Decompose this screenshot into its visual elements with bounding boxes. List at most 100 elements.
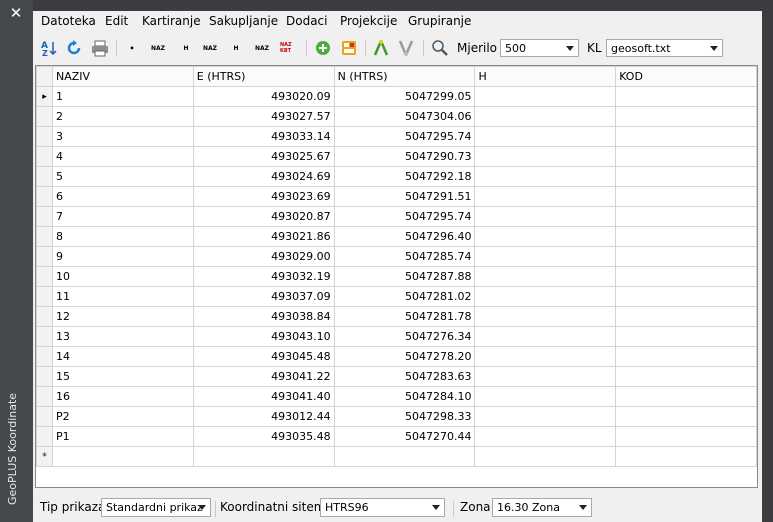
table-row[interactable]: 4 493025.67 5047290.73 <box>36 146 757 167</box>
cell-naziv[interactable]: 3 <box>51 126 194 147</box>
cell-e[interactable]: 493041.40 <box>192 386 335 407</box>
cell-kod[interactable] <box>615 406 757 427</box>
naziv-tool-icon[interactable]: NAZ <box>149 39 167 57</box>
cell-kod[interactable] <box>615 146 757 167</box>
row-header[interactable] <box>36 326 53 347</box>
cell-h[interactable] <box>474 266 617 287</box>
zoom-icon[interactable] <box>431 39 449 57</box>
cell-n[interactable]: 5047276.34 <box>333 326 476 347</box>
cell-naziv[interactable]: 14 <box>51 346 194 367</box>
cell-e[interactable]: 493032.19 <box>192 266 335 287</box>
zona-select[interactable]: 16.30 Zona <box>492 498 592 517</box>
cell-h[interactable] <box>474 106 617 127</box>
cell-n[interactable]: 5047295.74 <box>333 126 476 147</box>
menu-datoteka[interactable]: Datoteka <box>41 14 96 28</box>
cell-n[interactable]: 5047290.73 <box>333 146 476 167</box>
cell-kod[interactable] <box>615 286 757 307</box>
menu-dodaci[interactable]: Dodaci <box>286 14 327 28</box>
print-icon[interactable] <box>91 39 109 57</box>
row-header[interactable]: ▸ <box>36 86 53 107</box>
table-row[interactable]: 16 493041.40 5047284.10 <box>36 386 757 407</box>
row-header[interactable] <box>36 226 53 247</box>
row-header[interactable] <box>36 286 53 307</box>
cell-naziv[interactable]: P1 <box>51 426 194 447</box>
table-row[interactable]: 8 493021.86 5047296.40 <box>36 226 757 247</box>
cell-h[interactable] <box>474 146 617 167</box>
cell-naziv[interactable]: 10 <box>51 266 194 287</box>
cell-n[interactable]: 5047281.02 <box>333 286 476 307</box>
cell-e[interactable]: 493027.57 <box>192 106 335 127</box>
cell-n[interactable]: 5047285.74 <box>333 246 476 267</box>
table-row[interactable]: P1 493035.48 5047270.44 <box>36 426 757 447</box>
cell-naziv[interactable]: 15 <box>51 366 194 387</box>
cell-kod[interactable] <box>615 366 757 387</box>
table-row[interactable]: ▸ 1 493020.09 5047299.05 <box>36 86 757 107</box>
new-row-cell[interactable] <box>192 446 335 467</box>
menu-projekcije[interactable]: Projekcije <box>340 14 397 28</box>
cell-h[interactable] <box>474 406 617 427</box>
naziv-kbt-tool-icon[interactable]: NAZ KBT <box>280 39 298 57</box>
cell-kod[interactable] <box>615 166 757 187</box>
cell-naziv[interactable]: 9 <box>51 246 194 267</box>
row-header[interactable] <box>36 346 53 367</box>
cell-h[interactable] <box>474 306 617 327</box>
cell-kod[interactable] <box>615 126 757 147</box>
cell-kod[interactable] <box>615 306 757 327</box>
new-row-cell[interactable] <box>51 446 194 467</box>
cell-e[interactable]: 493025.67 <box>192 146 335 167</box>
new-row-cell[interactable] <box>615 446 757 467</box>
cell-kod[interactable] <box>615 86 757 107</box>
cell-h[interactable] <box>474 366 617 387</box>
cell-h[interactable] <box>474 206 617 227</box>
refresh-icon[interactable] <box>65 39 83 57</box>
cell-kod[interactable] <box>615 186 757 207</box>
cell-e[interactable]: 493023.69 <box>192 186 335 207</box>
cell-naziv[interactable]: 11 <box>51 286 194 307</box>
row-header[interactable] <box>36 266 53 287</box>
table-row[interactable]: 12 493038.84 5047281.78 <box>36 306 757 327</box>
cell-h[interactable] <box>474 286 617 307</box>
row-header[interactable] <box>36 186 53 207</box>
column-header-n[interactable]: N (HTRS) <box>333 66 476 87</box>
calculator-icon[interactable] <box>340 39 358 57</box>
cell-kod[interactable] <box>615 426 757 447</box>
column-header-e[interactable]: E (HTRS) <box>192 66 335 87</box>
cell-n[interactable]: 5047283.63 <box>333 366 476 387</box>
cell-naziv[interactable]: 1 <box>51 86 194 107</box>
menu-sakupljanje[interactable]: Sakupljanje <box>209 14 278 28</box>
cell-e[interactable]: 493045.48 <box>192 346 335 367</box>
naziv-height-tool-icon[interactable]: NAZ <box>201 39 219 57</box>
cell-h[interactable] <box>474 386 617 407</box>
table-row[interactable]: 6 493023.69 5047291.51 <box>36 186 757 207</box>
cell-n[interactable]: 5047270.44 <box>333 426 476 447</box>
naziv-height-full-tool-icon[interactable]: NAZ <box>253 39 271 57</box>
cell-naziv[interactable]: 8 <box>51 226 194 247</box>
cell-h[interactable] <box>474 426 617 447</box>
koordinatni-sistem-select[interactable]: HTRS96 <box>320 498 445 517</box>
cell-e[interactable]: 493012.44 <box>192 406 335 427</box>
cell-n[interactable]: 5047291.51 <box>333 186 476 207</box>
cell-kod[interactable] <box>615 106 757 127</box>
cell-naziv[interactable]: 13 <box>51 326 194 347</box>
cell-n[interactable]: 5047295.74 <box>333 206 476 227</box>
row-header[interactable] <box>36 306 53 327</box>
table-new-row[interactable]: * <box>36 446 757 467</box>
cell-naziv[interactable]: 7 <box>51 206 194 227</box>
point-down-icon[interactable] <box>397 39 415 57</box>
cell-e[interactable]: 493020.09 <box>192 86 335 107</box>
mjerilo-select[interactable]: 500 <box>500 39 579 57</box>
row-header[interactable] <box>36 166 53 187</box>
point-up-icon[interactable] <box>372 39 390 57</box>
cell-n[interactable]: 5047304.06 <box>333 106 476 127</box>
table-row[interactable]: 14 493045.48 5047278.20 <box>36 346 757 367</box>
table-row[interactable]: 10 493032.19 5047287.88 <box>36 266 757 287</box>
tip-prikaza-select[interactable]: Standardni prikaz <box>101 498 211 517</box>
kl-select[interactable]: geosoft.txt <box>606 39 723 57</box>
cell-kod[interactable] <box>615 246 757 267</box>
new-row-cell[interactable] <box>333 446 476 467</box>
cell-n[interactable]: 5047281.78 <box>333 306 476 327</box>
table-row[interactable]: P2 493012.44 5047298.33 <box>36 406 757 427</box>
menu-kartiranje[interactable]: Kartiranje <box>142 14 201 28</box>
cell-naziv[interactable]: 4 <box>51 146 194 167</box>
cell-naziv[interactable]: 16 <box>51 386 194 407</box>
